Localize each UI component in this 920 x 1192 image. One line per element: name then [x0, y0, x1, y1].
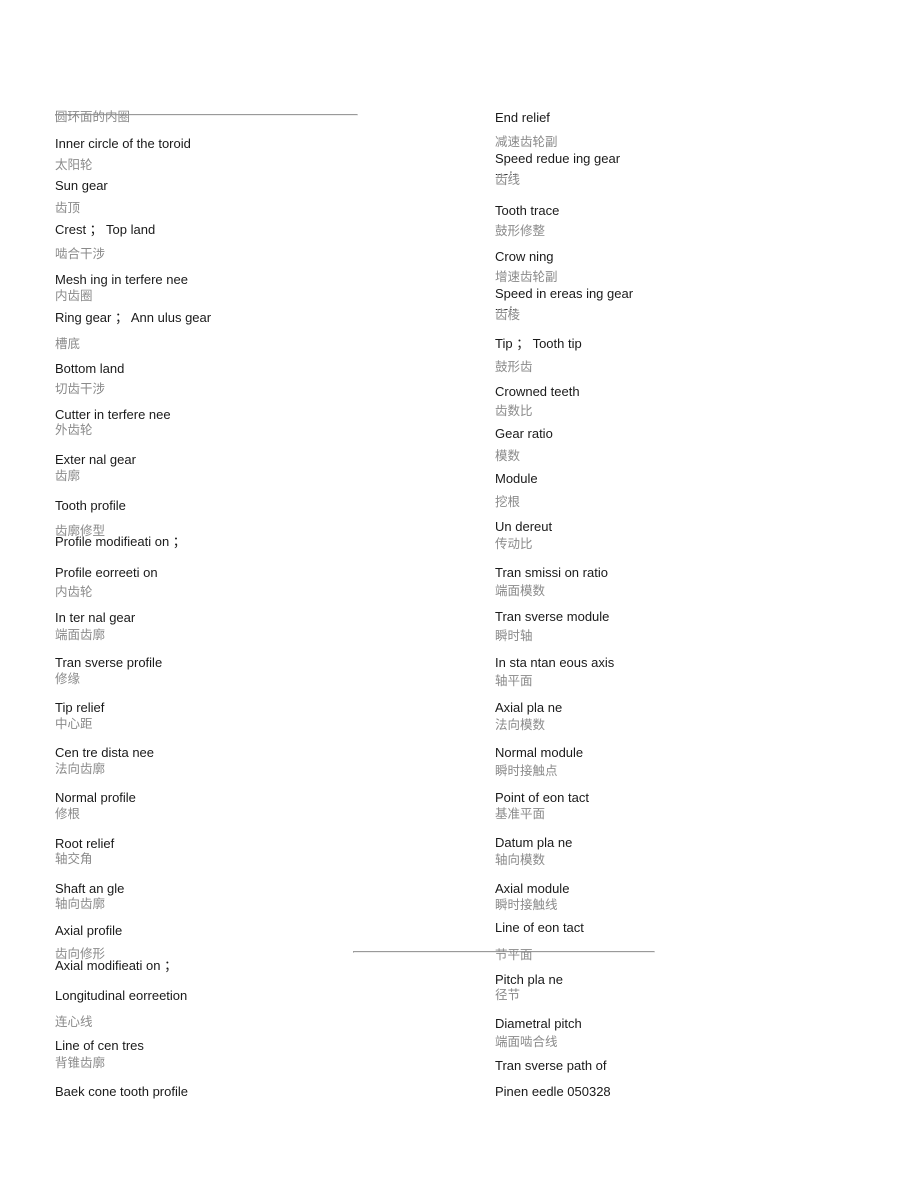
glossary-term-chinese: 齿线 [495, 172, 521, 187]
glossary-term-english: Shaft an gle [55, 881, 125, 896]
glossary-term-english: Speed in ereas ing gear [495, 286, 634, 301]
glossary-term-english: Tooth profile [55, 498, 126, 513]
glossary-term-chinese: 法向齿廓 [55, 761, 106, 776]
glossary-term-chinese: 修根 [55, 806, 81, 821]
glossary-term-chinese: 齿廓 [55, 468, 81, 483]
glossary-term-english: Bottom land [55, 361, 125, 376]
glossary-term-chinese: 减速齿轮副 [495, 134, 558, 149]
glossary-term-english: Longitudinal eorreetion [55, 988, 188, 1003]
glossary-term-chinese: 齿棱 [495, 307, 521, 322]
glossary-term-chinese: 太阳轮 [55, 157, 93, 172]
glossary-term-chinese: 挖根 [495, 494, 521, 509]
glossary-term-english: Mesh ing in terfere nee [55, 272, 188, 287]
glossary-term-english: Speed redue ing gear [495, 151, 621, 166]
glossary-term-chinese: 径节 [495, 987, 521, 1002]
glossary-term-english: Baek cone tooth profile [55, 1084, 188, 1099]
glossary-term-english: Profile eorreeti on [55, 565, 158, 580]
right-column: End relief减速齿轮副Speed redue ing gearpair齿… [495, 0, 835, 1192]
glossary-term-english: Ring gear ； Ann ulus gear [55, 310, 212, 325]
glossary-term-chinese: 修缘 [55, 671, 81, 686]
glossary-term-chinese: 外齿轮 [55, 422, 93, 437]
glossary-term-english: Gear ratio [495, 426, 553, 441]
glossary-term-chinese: 瞬时接触线 [495, 897, 558, 912]
glossary-term-chinese: 中心距 [55, 716, 93, 731]
glossary-term-chinese: 模数 [495, 448, 521, 463]
glossary-term-chinese: 鼓形齿 [495, 359, 533, 374]
glossary-term-english: Axial module [495, 881, 570, 896]
glossary-term-english: Datum pla ne [495, 835, 573, 850]
glossary-term-english: Tip relief [55, 700, 105, 715]
glossary-term-english: Normal profile [55, 790, 136, 805]
glossary-term-english: Tran sverse path of [495, 1058, 607, 1073]
glossary-term-english: Profile modifieati on ； [55, 534, 186, 549]
glossary-term-chinese: 轴平面 [495, 673, 533, 688]
glossary-term-chinese: 齿数比 [495, 403, 533, 418]
glossary-term-chinese: 啮合干涉 [55, 246, 106, 261]
glossary-term-english: In ter nal gear [55, 610, 136, 625]
glossary-term-chinese: 轴交角 [55, 851, 93, 866]
glossary-term-english: Point of eon tact [495, 790, 589, 805]
glossary-term-english: Tran sverse module [495, 609, 610, 624]
glossary-term-english: Pitch pla ne [495, 972, 563, 987]
glossary-term-chinese: 法向模数 [495, 717, 546, 732]
glossary-term-english: Normal module [495, 745, 584, 760]
glossary-term-chinese: 瞬时轴 [495, 628, 533, 643]
glossary-term-english: Tran sverse profile [55, 655, 163, 670]
glossary-term-chinese: 轴向齿廓 [55, 896, 106, 911]
glossary-term-chinese: 轴向模数 [495, 852, 546, 867]
glossary-term-english: Axial profile [55, 923, 123, 938]
glossary-term-english: Pinen eedle 050328 [495, 1084, 611, 1099]
glossary-term-english: Exter nal gear [55, 452, 136, 467]
glossary-term-chinese: 节平面 [495, 947, 533, 962]
glossary-term-english: Tip ； Tooth tip [495, 336, 582, 351]
glossary-term-chinese: 增速齿轮副 [495, 269, 558, 284]
glossary-term-chinese: 背锥齿廓 [55, 1055, 106, 1070]
glossary-term-english: In sta ntan eous axis [495, 655, 615, 670]
glossary-term-english: Axial modifieati on ； [55, 958, 178, 973]
glossary-term-chinese: 切齿干涉 [55, 381, 106, 396]
left-column: 圆环面的内圈 Inner circle of the toroid 太阳轮 Sun g… [55, 0, 385, 1192]
glossary-term-chinese: 端面啮合线 [495, 1034, 558, 1049]
glossary-term-chinese: 端面模数 [495, 583, 546, 598]
glossary-term-english: Crest ； Top land [55, 222, 156, 237]
glossary-term-english: Axial pla ne [495, 700, 563, 715]
glossary-term-english: Cen tre dista nee [55, 745, 155, 760]
glossary-term-chinese: 内齿轮 [55, 584, 93, 599]
glossary-term-chinese: 端面齿廓 [55, 627, 106, 642]
glossary-term-chinese: 内齿圈 [55, 288, 93, 303]
glossary-term-english: Crow ning [495, 249, 554, 264]
glossary-term-chinese: 传动比 [495, 536, 533, 551]
glossary-term-chinese: 鼓形修整 [495, 223, 546, 238]
glossary-term-english: Module [495, 471, 538, 486]
glossary-term-english: Un dereut [495, 519, 553, 534]
glossary-term-english: Diametral pitch [495, 1016, 582, 1031]
glossary-term-english: End relief [495, 110, 550, 125]
glossary-term-english: Sun gear [55, 178, 108, 193]
glossary-term-english: Root relief [55, 836, 115, 851]
glossary-term-english: Crowned teeth [495, 384, 580, 399]
glossary-term-english: Tooth trace [495, 203, 560, 218]
glossary-term-chinese: 圆环面的内圈 [55, 109, 131, 124]
glossary-term-english: Cutter in terfere nee [55, 407, 171, 422]
glossary-term-chinese: 瞬时接触点 [495, 763, 558, 778]
glossary-term-english: Tran smissi on ratio [495, 565, 608, 580]
glossary-term-english: Line of cen tres [55, 1038, 144, 1053]
glossary-term-chinese: 齿顶 [55, 200, 81, 215]
glossary-term-english: Inner circle of the toroid [55, 136, 191, 151]
glossary-term-chinese: 槽底 [55, 336, 81, 351]
glossary-term-english: Line of eon tact [495, 920, 584, 935]
glossary-term-chinese: 基准平面 [495, 806, 546, 821]
glossary-page: 圆环面的内圈 Inner circle of the toroid 太阳轮 Sun g… [0, 0, 920, 1192]
glossary-term-chinese: 连心线 [55, 1014, 93, 1029]
